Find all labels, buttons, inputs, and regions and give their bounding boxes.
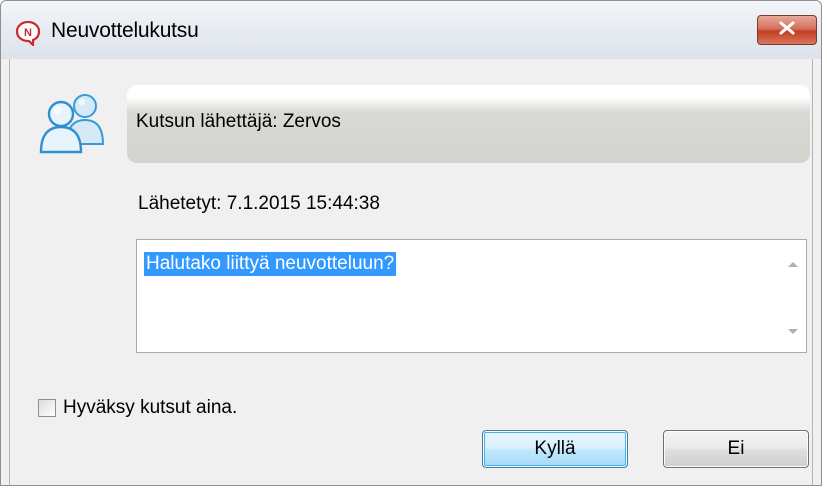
users-icon [27, 86, 121, 158]
always-accept-checkbox[interactable] [38, 399, 56, 417]
speech-bubble-n-icon: N [15, 20, 41, 48]
close-icon [778, 21, 796, 40]
message-scrollbar[interactable] [778, 240, 806, 352]
window-title: Neuvottelukutsu [51, 19, 199, 42]
svg-text:N: N [24, 27, 32, 39]
scroll-up-arrow-icon[interactable] [788, 262, 798, 267]
message-text[interactable]: Halutako liittyä neuvotteluun? [144, 252, 397, 276]
invite-dialog-window: N Neuvottelukutsu Kutsun lähettäjä: Zerv… [0, 0, 822, 486]
scroll-down-arrow-icon[interactable] [788, 329, 798, 334]
no-button[interactable]: Ei [663, 430, 809, 468]
sender-label: Kutsun lähettäjä: Zervos [136, 111, 341, 132]
always-accept-label[interactable]: Hyväksy kutsut aina. [63, 397, 237, 419]
title-bar[interactable]: N Neuvottelukutsu [1, 1, 821, 59]
close-button[interactable] [757, 15, 817, 45]
message-textarea[interactable]: Halutako liittyä neuvotteluun? [136, 239, 807, 353]
sent-timestamp: Lähetetyt: 7.1.2015 15:44:38 [138, 193, 380, 214]
yes-button[interactable]: Kyllä [482, 430, 628, 468]
